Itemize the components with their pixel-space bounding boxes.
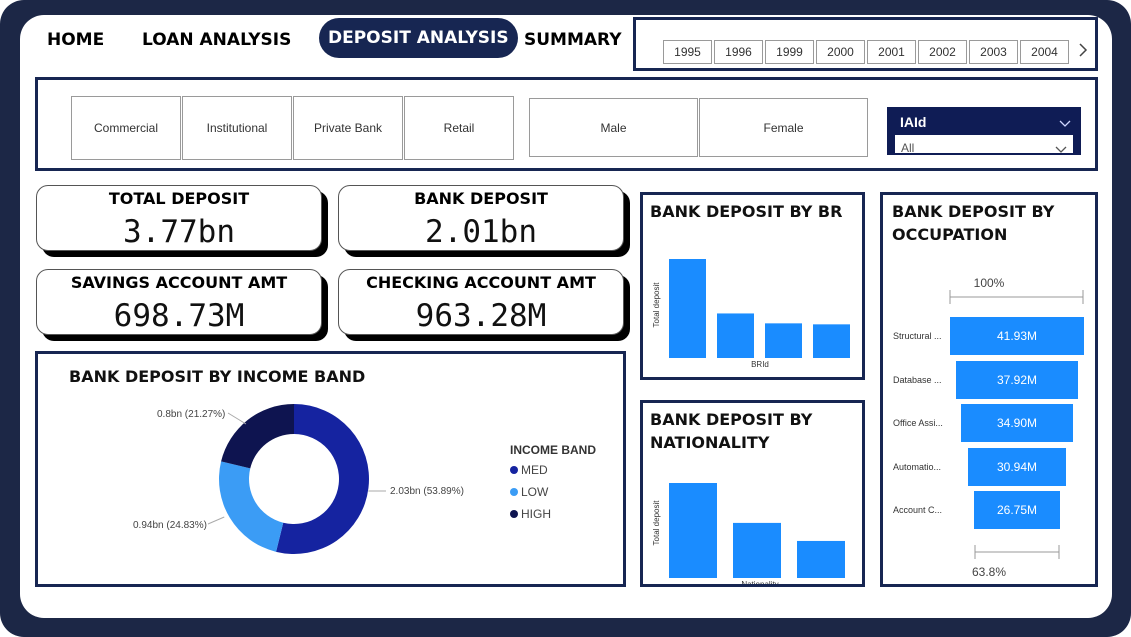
legend-label: MED bbox=[521, 463, 548, 477]
kpi-value: 3.77bn bbox=[123, 214, 235, 250]
bar[interactable] bbox=[669, 483, 717, 578]
y-axis-label: Total deposit bbox=[652, 282, 661, 328]
nav-deposit-analysis[interactable]: DEPOSIT ANALYSIS bbox=[319, 18, 518, 58]
filter-institutional[interactable]: Institutional bbox=[182, 96, 292, 160]
iaid-slicer: IAId All bbox=[887, 107, 1081, 155]
kpi-value: 2.01bn bbox=[425, 214, 537, 250]
legend-item[interactable]: MED bbox=[510, 459, 551, 481]
funnel-category-label: Structural ... bbox=[893, 331, 942, 341]
bar[interactable] bbox=[733, 522, 781, 578]
nav-summary[interactable]: SUMMARY bbox=[524, 30, 622, 50]
br-bar-chart: Total deposit BRId bbox=[652, 259, 850, 369]
donut-slice[interactable] bbox=[221, 404, 294, 469]
nationality-bar-chart: Total deposit Nationality bbox=[652, 483, 845, 584]
iaid-slicer-label: IAId bbox=[900, 114, 927, 130]
y-axis-label: Total deposit bbox=[652, 500, 661, 546]
year-button[interactable]: 2002 bbox=[918, 40, 967, 64]
legend-label: HIGH bbox=[521, 507, 551, 521]
filter-private-bank[interactable]: Private Bank bbox=[293, 96, 403, 160]
funnel-category-label: Account C... bbox=[893, 505, 943, 515]
funnel-bar[interactable]: 34.90M bbox=[961, 404, 1073, 442]
legend-swatch bbox=[510, 510, 518, 518]
data-label: 0.94bn (24.83%) bbox=[133, 520, 207, 531]
funnel-bar[interactable]: 30.94M bbox=[967, 447, 1067, 486]
legend-item[interactable]: LOW bbox=[510, 481, 551, 503]
nav-home[interactable]: HOME bbox=[47, 30, 104, 50]
funnel-bottom-bracket bbox=[974, 545, 1060, 559]
chevron-down-icon bbox=[1055, 141, 1067, 159]
iaid-dropdown[interactable]: All bbox=[895, 135, 1073, 155]
iaid-dropdown-value: All bbox=[901, 141, 915, 155]
kpi-title: TOTAL DEPOSIT bbox=[108, 189, 250, 208]
x-axis-label: BRId bbox=[751, 360, 769, 369]
data-label: 2.03bn (53.89%) bbox=[390, 486, 464, 497]
bar[interactable] bbox=[813, 324, 850, 358]
funnel-category-label: Office Assi... bbox=[893, 418, 943, 428]
deposit-by-br-card: BANK DEPOSIT BY BR Total deposit BRId bbox=[640, 192, 865, 380]
kpi-savings-account: SAVINGS ACCOUNT AMT 698.73M bbox=[36, 269, 322, 335]
year-button[interactable]: 1999 bbox=[765, 40, 814, 64]
year-button[interactable]: 2001 bbox=[867, 40, 916, 64]
bar[interactable] bbox=[717, 313, 754, 358]
kpi-total-deposit: TOTAL DEPOSIT 3.77bn bbox=[36, 185, 322, 251]
label-leader-line bbox=[227, 412, 247, 425]
filter-male[interactable]: Male bbox=[529, 98, 698, 157]
funnel-chart: 41.93M Structural ... 37.92M Database ... 34… bbox=[883, 195, 1095, 584]
legend-swatch bbox=[510, 488, 518, 496]
bar[interactable] bbox=[765, 323, 802, 358]
report-canvas: HOME LOAN ANALYSIS DEPOSIT ANALYSIS SUMM… bbox=[20, 15, 1112, 618]
year-button[interactable]: 1996 bbox=[714, 40, 763, 64]
funnel-bottom-label: 63.8% bbox=[971, 565, 1007, 579]
filter-retail[interactable]: Retail bbox=[404, 96, 514, 160]
year-slicer: 1995 1996 1999 2000 2001 2002 2003 2004 bbox=[633, 17, 1098, 71]
funnel-category-label: Automatio... bbox=[893, 461, 942, 472]
deposit-by-occupation-card: BANK DEPOSIT BY OCCUPATION 100% 41.93M St… bbox=[880, 192, 1098, 587]
kpi-value: 963.28M bbox=[415, 298, 547, 334]
chevron-right-icon[interactable] bbox=[1076, 38, 1090, 62]
kpi-value: 698.73M bbox=[113, 298, 245, 334]
chevron-down-icon bbox=[1059, 115, 1071, 133]
year-button[interactable]: 2003 bbox=[969, 40, 1018, 64]
year-button[interactable]: 2004 bbox=[1020, 40, 1069, 64]
x-axis-label: Nationality bbox=[741, 580, 778, 584]
bar[interactable] bbox=[797, 540, 845, 578]
funnel-bar[interactable]: 37.92M bbox=[956, 360, 1078, 399]
kpi-title: BANK DEPOSIT bbox=[414, 189, 548, 208]
legend-label: LOW bbox=[521, 485, 549, 499]
deposit-by-nationality-card: BANK DEPOSIT BY NATIONALITY Total deposi… bbox=[640, 400, 865, 587]
filter-panel: Commercial Institutional Private Bank Re… bbox=[35, 77, 1098, 171]
year-button[interactable]: 2000 bbox=[816, 40, 865, 64]
chart-legend: MED LOW HIGH bbox=[510, 459, 551, 525]
funnel-category-label: Database ... bbox=[893, 374, 942, 385]
kpi-bank-deposit: BANK DEPOSIT 2.01bn bbox=[338, 185, 624, 251]
kpi-title: SAVINGS ACCOUNT AMT bbox=[70, 273, 288, 292]
legend-swatch bbox=[510, 466, 518, 474]
filter-commercial[interactable]: Commercial bbox=[71, 96, 181, 160]
legend-item[interactable]: HIGH bbox=[510, 503, 551, 525]
legend-title: INCOME BAND bbox=[510, 443, 596, 457]
kpi-checking-account: CHECKING ACCOUNT AMT 963.28M bbox=[338, 269, 624, 335]
bar[interactable] bbox=[669, 259, 706, 358]
label-leader-line bbox=[207, 516, 225, 525]
filter-female[interactable]: Female bbox=[699, 98, 868, 157]
funnel-bar[interactable]: 26.75M bbox=[974, 491, 1060, 529]
year-button[interactable]: 1995 bbox=[663, 40, 712, 64]
kpi-title: CHECKING ACCOUNT AMT bbox=[366, 273, 596, 292]
data-label: 0.8bn (21.27%) bbox=[157, 409, 225, 420]
income-band-card: BANK DEPOSIT BY INCOME BAND 2.03bn (53.8… bbox=[35, 351, 626, 587]
funnel-bar[interactable]: 41.93M bbox=[950, 317, 1084, 355]
nav-loan-analysis[interactable]: LOAN ANALYSIS bbox=[142, 30, 291, 50]
donut-slice[interactable] bbox=[218, 461, 284, 552]
